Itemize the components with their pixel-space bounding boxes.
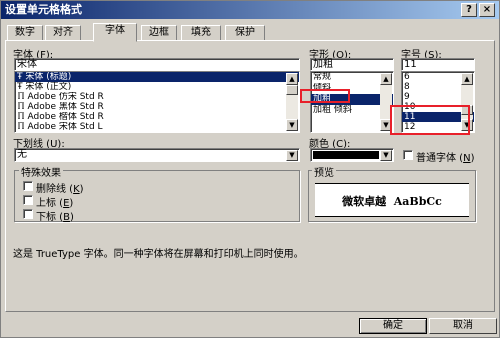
scroll-up-icon[interactable]: ▲ bbox=[380, 73, 392, 85]
tab-protection[interactable]: 保护 bbox=[225, 25, 265, 41]
superscript-checkbox[interactable] bbox=[23, 195, 33, 205]
tab-font[interactable]: 字体 bbox=[93, 23, 137, 42]
normal-font-label: 普通字体 (N) bbox=[416, 153, 475, 164]
dialog-title: 设置单元格格式 bbox=[5, 3, 82, 16]
info-text: 这是 TrueType 字体。同一种字体将在屏幕和打印机上同时使用。 bbox=[13, 249, 304, 260]
format-cells-dialog: 设置单元格格式 ? × 数字 对齐 字体 边框 填充 保护 字体 (F): 宋体… bbox=[0, 0, 500, 338]
list-item[interactable]: ℿ Adobe 宋体 Std L bbox=[15, 122, 299, 132]
preview-text: 微软卓越 AaBbCc bbox=[342, 195, 442, 208]
tab-alignment[interactable]: 对齐 bbox=[45, 25, 81, 41]
chevron-down-icon[interactable]: ▼ bbox=[380, 150, 392, 161]
underline-value: 无 bbox=[17, 149, 27, 160]
strikethrough-checkbox[interactable] bbox=[23, 181, 33, 191]
font-list[interactable]: Ŧ 宋体 (标题) Ŧ 宋体 (正文) ℿ Adobe 仿宋 Std R ℿ A… bbox=[14, 71, 300, 133]
underline-select[interactable]: 无 ▼ bbox=[14, 148, 300, 162]
help-icon[interactable]: ? bbox=[461, 3, 477, 17]
font-input[interactable]: 宋体 bbox=[14, 58, 300, 71]
list-item[interactable]: ℿ Adobe 仿宋 Std R bbox=[15, 92, 299, 102]
list-item[interactable]: ℿ Adobe 楷体 Std R bbox=[15, 112, 299, 122]
close-icon[interactable]: × bbox=[479, 3, 495, 17]
highlight-size-11 bbox=[390, 105, 470, 135]
chevron-down-icon[interactable]: ▼ bbox=[286, 150, 298, 161]
strikethrough-label: 删除线 (K) bbox=[36, 184, 84, 195]
list-item[interactable]: Ŧ 宋体 (标题) bbox=[15, 72, 299, 82]
tab-number[interactable]: 数字 bbox=[7, 25, 43, 41]
superscript-label: 上标 (E) bbox=[36, 198, 74, 209]
title-bar: 设置单元格格式 ? × bbox=[1, 1, 499, 19]
cancel-button[interactable]: 取消 bbox=[429, 318, 497, 334]
scroll-thumb[interactable] bbox=[286, 85, 298, 95]
scroll-up-icon[interactable]: ▲ bbox=[286, 73, 298, 85]
subscript-checkbox[interactable] bbox=[23, 209, 33, 219]
style-input[interactable]: 加粗 bbox=[310, 58, 394, 71]
highlight-style-bold bbox=[300, 89, 350, 103]
preview-box: 微软卓越 AaBbCc bbox=[315, 183, 469, 217]
tab-border[interactable]: 边框 bbox=[141, 25, 177, 41]
effects-title: 特殊效果 bbox=[19, 164, 63, 179]
color-swatch bbox=[313, 151, 379, 159]
size-input[interactable]: 11 bbox=[401, 58, 475, 71]
normal-font-checkbox[interactable] bbox=[403, 150, 413, 160]
color-select[interactable]: ▼ bbox=[310, 148, 394, 162]
scroll-down-icon[interactable]: ▼ bbox=[286, 119, 298, 131]
ok-button[interactable]: 确定 bbox=[359, 318, 427, 334]
list-item[interactable]: ℿ Adobe 黑体 Std R bbox=[15, 102, 299, 112]
tab-fill[interactable]: 填充 bbox=[181, 25, 221, 41]
scroll-up-icon[interactable]: ▲ bbox=[461, 73, 473, 85]
subscript-label: 下标 (B) bbox=[36, 212, 74, 223]
font-list-scrollbar[interactable]: ▲ ▼ bbox=[286, 73, 298, 131]
preview-label: 预览 bbox=[312, 164, 336, 179]
list-item[interactable]: Ŧ 宋体 (正文) bbox=[15, 82, 299, 92]
